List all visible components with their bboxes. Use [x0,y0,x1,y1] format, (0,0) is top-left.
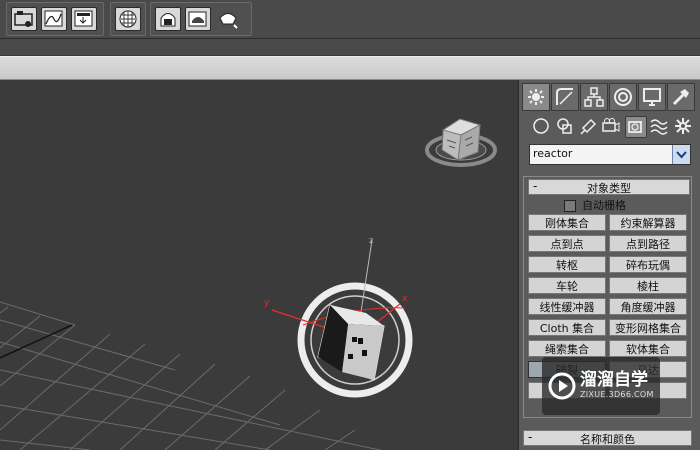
helpers-icon [628,121,642,133]
y-axis-label: y [264,298,270,308]
watermark-logo: 溜溜自学 ZIXUE.3D66.COM [542,357,660,415]
deforming-mesh-collection-button[interactable]: 变形网格集合 [609,319,687,336]
toolbar-group-material [110,2,146,36]
create-tab[interactable] [522,83,550,111]
utilities-hammer-icon [672,89,689,106]
render-icon [188,11,207,27]
viewport-canvas [0,118,497,450]
dropdown-value: reactor [533,147,573,160]
autogrid-label: 自动栅格 [582,199,626,212]
render-frame-button[interactable] [155,7,181,31]
display-tab[interactable] [638,83,666,111]
rigid-body-collection-button[interactable]: 刚体集合 [528,214,606,231]
hierarchy-tab[interactable] [580,83,608,111]
rollout-collapse-icon: - [533,179,538,193]
helpers-subtab[interactable] [625,116,647,138]
schematic-view-button[interactable] [11,7,37,31]
geometry-sphere-icon[interactable] [531,116,551,136]
chevron-down-icon [676,151,687,159]
modify-curve-icon [556,88,573,105]
point-to-point-button[interactable]: 点到点 [528,235,606,252]
render-frame-icon [160,13,176,27]
name-color-rollout-header[interactable]: 名称和颜色 - [523,430,692,446]
constraint-solver-button[interactable]: 约束解算器 [609,214,687,231]
toolbar-group-editors [6,2,104,36]
systems-gear-icon[interactable] [673,116,693,136]
utilities-tab[interactable] [667,83,695,111]
toolbar-group-render [150,2,252,36]
create-sun-icon [528,89,544,105]
cloth-collection-button[interactable]: Cloth 集合 [528,319,606,336]
z-axis-label: z [369,236,374,245]
modify-tab[interactable] [551,83,579,111]
render-production-button[interactable] [215,7,239,29]
perspective-viewport[interactable]: z y x [0,80,516,450]
shapes-icon[interactable] [555,116,575,136]
lights-icon[interactable] [579,116,599,136]
autogrid-checkbox[interactable]: 自动栅格 [564,197,626,213]
linear-dashpot-button[interactable]: 线性缓冲器 [528,298,606,315]
selected-object-gizmo[interactable] [271,239,413,398]
display-monitor-icon [643,88,661,106]
category-dropdown[interactable]: reactor [529,144,691,165]
schematic-view-icon [14,11,33,27]
cameras-icon[interactable] [601,116,621,136]
rope-collection-button[interactable]: 绳索集合 [528,340,606,357]
main-toolbar [0,0,700,39]
curve-editor-icon [44,10,63,27]
curve-editor-button[interactable] [41,7,67,31]
softbody-collection-button[interactable]: 软体集合 [609,340,687,357]
dropdown-arrow[interactable] [672,145,690,164]
prismatic-button[interactable]: 棱柱 [609,277,687,294]
viewcube-widget[interactable] [425,118,497,167]
home-grid [0,301,381,450]
space-warps-icon[interactable] [649,116,669,136]
hinge-button[interactable]: 转枢 [528,256,606,273]
checkbox-box [564,200,576,212]
car-wheel-button[interactable]: 车轮 [528,277,606,294]
rollout2-collapse-icon: - [528,430,533,444]
hierarchy-icon [584,87,604,107]
x-axis-label: x [402,294,408,304]
watermark-brand: 溜溜自学 [580,370,648,390]
material-editor-button[interactable] [115,7,141,31]
angular-dashpot-button[interactable]: 角度缓冲器 [609,298,687,315]
render-button[interactable] [185,7,211,31]
motion-tab[interactable] [609,83,637,111]
ragdoll-button[interactable]: 碎布玩偶 [609,256,687,273]
material-editor-icon [119,10,137,28]
render-setup-icon [74,10,93,27]
render-setup-button[interactable] [71,7,97,31]
ribbon-bar [0,56,700,80]
render-production-icon [219,13,238,29]
play-logo-icon [548,372,576,400]
toolbar-strip [0,39,700,55]
rollout-title: 对象类型 [587,182,631,195]
object-type-rollout-header[interactable]: 对象类型 - [528,179,690,195]
rollout2-title: 名称和颜色 [580,433,635,446]
point-to-path-button[interactable]: 点到路径 [609,235,687,252]
watermark-url: ZIXUE.3D66.COM [580,390,654,399]
motion-icon [614,88,632,106]
